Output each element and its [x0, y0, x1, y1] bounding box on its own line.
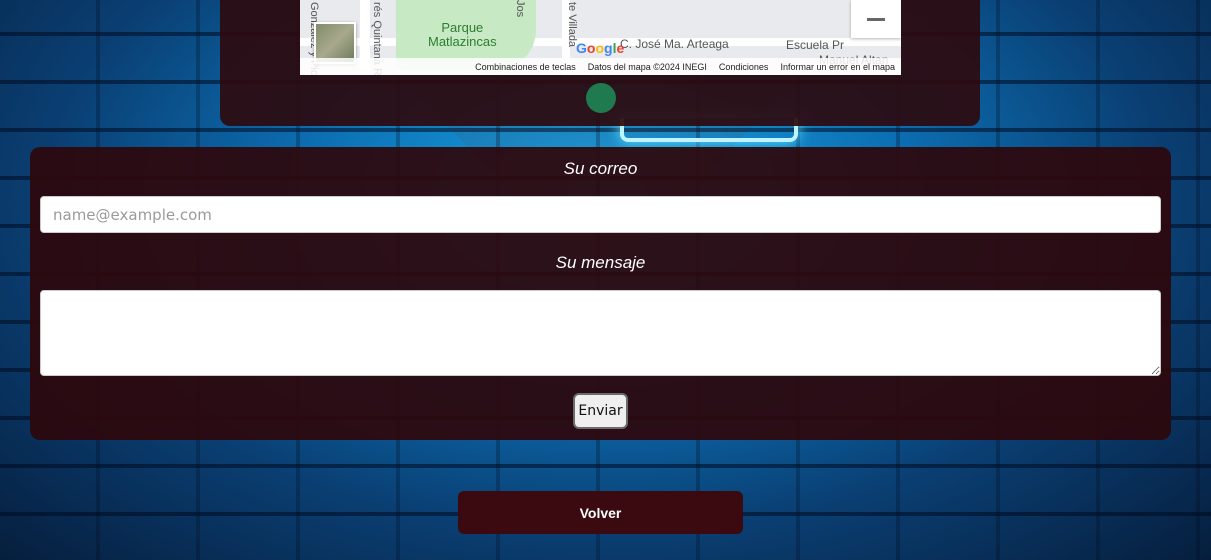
send-button[interactable]: Enviar: [573, 393, 628, 429]
zoom-out-button[interactable]: [851, 0, 901, 38]
map-street-label: Jos: [514, 0, 526, 18]
map-data-text: Datos del mapa ©2024 INEGI: [587, 61, 707, 72]
terms-link[interactable]: Condiciones: [719, 62, 769, 72]
contact-form: Su correo Su mensaje Enviar: [30, 147, 1171, 440]
minus-icon: [867, 17, 885, 21]
map-attribution-bar: Combinaciones de teclas Datos del mapa ©…: [300, 58, 901, 75]
google-map[interactable]: Parque Matlazincas Gonzalez y Pic rés Qu…: [300, 0, 901, 75]
keyboard-shortcuts-link[interactable]: Combinaciones de teclas: [475, 62, 576, 72]
report-error-link[interactable]: Informar un error en el mapa: [780, 62, 895, 72]
map-street-label: C. José Ma. Arteaga: [620, 37, 729, 51]
carousel-indicator[interactable]: [586, 83, 616, 113]
message-field[interactable]: [40, 290, 1161, 376]
map-park-label: Parque Matlazincas: [428, 21, 497, 49]
park-label-line2: Matlazincas: [428, 34, 497, 49]
google-logo: Google: [576, 40, 625, 56]
map-street-label: Escuela Pr: [786, 38, 845, 52]
email-field[interactable]: [40, 196, 1161, 233]
email-label: Su correo: [563, 159, 638, 178]
message-label: Su mensaje: [555, 253, 646, 272]
back-button[interactable]: Volver: [458, 491, 743, 534]
map-card: Parque Matlazincas Gonzalez y Pic rés Qu…: [220, 0, 980, 126]
park-label-line1: Parque: [441, 20, 484, 35]
